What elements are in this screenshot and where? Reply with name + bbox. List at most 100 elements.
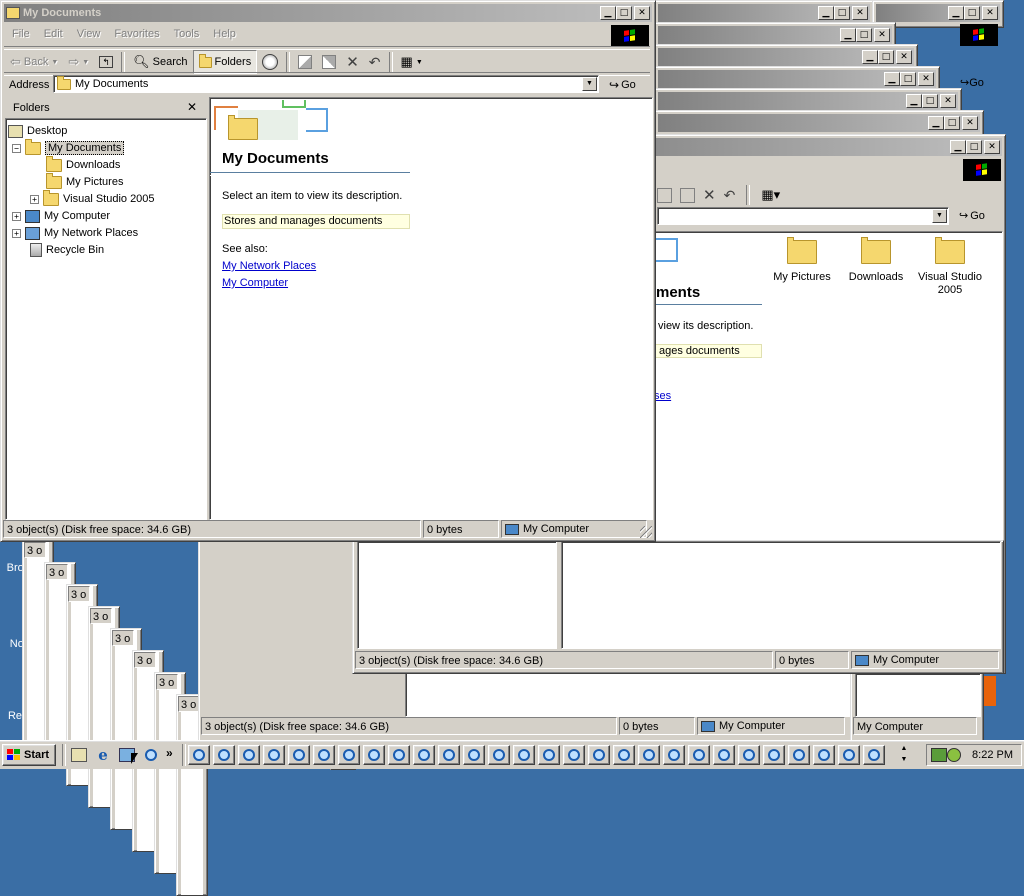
main-window-titlebar[interactable]: My Documents ▁ □ ✕ (4, 4, 652, 22)
tree-item-downloads[interactable]: Downloads (46, 155, 120, 173)
menu-file[interactable]: File (5, 28, 37, 40)
tree-item-visual-studio[interactable]: + Visual Studio 2005 (30, 189, 155, 207)
taskbar-window-button[interactable] (613, 745, 635, 765)
copy-to-icon[interactable] (680, 187, 695, 203)
start-button[interactable]: Start (2, 744, 56, 766)
minimize-button[interactable]: ▁ (928, 116, 944, 130)
tray-app-icon[interactable] (947, 748, 961, 762)
taskbar-window-button[interactable] (238, 745, 260, 765)
maximize-button[interactable]: □ (922, 94, 938, 108)
expand-icon[interactable]: + (12, 228, 21, 238)
resize-grip[interactable] (640, 526, 652, 538)
tree-item-network-places[interactable]: + My Network Places (12, 225, 138, 241)
taskbar-window-button[interactable] (388, 745, 410, 765)
tree-item-my-documents[interactable]: − My Documents (12, 138, 125, 156)
close-icon[interactable]: ✕ (187, 100, 197, 114)
minimize-button[interactable]: ▁ (950, 140, 966, 154)
taskbar-window-button[interactable] (438, 745, 460, 765)
taskbar-window-button[interactable] (413, 745, 435, 765)
search-button[interactable]: 🔍︎ Search (128, 51, 192, 73)
taskbar-window-button[interactable] (313, 745, 335, 765)
menu-favorites[interactable]: Favorites (107, 28, 166, 40)
taskbar-window-button[interactable] (863, 745, 885, 765)
maximize-button[interactable]: □ (878, 50, 894, 64)
taskbar-window-button[interactable] (538, 745, 560, 765)
maximize-button[interactable]: □ (966, 140, 982, 154)
clock[interactable]: 8:22 PM (972, 749, 1013, 761)
minimize-button[interactable]: ▁ (600, 6, 616, 20)
taskbar-window-button[interactable] (263, 745, 285, 765)
scroll-up-icon[interactable]: ▲ (896, 743, 912, 754)
minimize-button[interactable]: ▁ (948, 6, 964, 20)
taskbar-window-button[interactable] (838, 745, 860, 765)
forward-button[interactable]: ⇨ ▼ (63, 51, 94, 73)
taskbar-scroll[interactable]: ▲ ▼ (896, 743, 912, 767)
maximize-button[interactable]: □ (964, 6, 980, 20)
expand-icon[interactable]: + (12, 211, 21, 221)
taskbar-window-button[interactable] (213, 745, 235, 765)
maximize-button[interactable]: □ (900, 72, 916, 86)
folders-button[interactable]: Folders (192, 50, 258, 74)
maximize-button[interactable]: □ (944, 116, 960, 130)
taskbar-window-button[interactable] (363, 745, 385, 765)
taskbar-window-button[interactable] (788, 745, 810, 765)
minimize-button[interactable]: ▁ (840, 28, 856, 42)
taskbar-window-button[interactable] (713, 745, 735, 765)
link-my-computer[interactable]: My Computer (222, 277, 288, 289)
taskbar-window-button[interactable] (563, 745, 585, 765)
menu-help[interactable]: Help (206, 28, 243, 40)
close-button[interactable]: ✕ (940, 94, 956, 108)
close-button[interactable]: ✕ (852, 6, 868, 20)
back-button[interactable]: ⇦ Back ▼ (5, 51, 63, 73)
move-to-icon[interactable] (657, 187, 672, 203)
taskbar-window-button[interactable] (338, 745, 360, 765)
close-button[interactable]: ✕ (984, 140, 1000, 154)
close-button[interactable]: ✕ (896, 50, 912, 64)
maximize-button[interactable]: □ (856, 28, 872, 42)
copy-to-button[interactable] (317, 51, 341, 73)
background-window-middle[interactable]: 3 object(s) (Disk free space: 34.6 GB) 0… (352, 540, 1004, 674)
background-go-button[interactable]: ↪Go (960, 76, 984, 89)
taskbar-window-button[interactable] (288, 745, 310, 765)
minimize-button[interactable]: ▁ (862, 50, 878, 64)
menu-edit[interactable]: Edit (37, 28, 70, 40)
tree-item-recycle-bin[interactable]: Recycle Bin (30, 242, 104, 258)
taskbar-window-button[interactable] (463, 745, 485, 765)
link-my-network-places[interactable]: My Network Places (222, 260, 316, 272)
taskbar-window-button[interactable] (588, 745, 610, 765)
maximize-button[interactable]: □ (616, 6, 632, 20)
delete-icon[interactable]: ✕ (703, 186, 716, 204)
second-go-button[interactable]: ↪ Go (959, 209, 985, 223)
quicklaunch-show-desktop[interactable] (68, 745, 90, 765)
background-window-far-right[interactable]: My Computer (850, 668, 984, 742)
move-to-button[interactable] (293, 51, 317, 73)
tree-item-my-computer[interactable]: + My Computer (12, 208, 110, 224)
taskbar-window-button[interactable] (513, 745, 535, 765)
minimize-button[interactable]: ▁ (818, 6, 834, 20)
close-button[interactable]: ✕ (874, 28, 890, 42)
quicklaunch-search[interactable] (140, 745, 162, 765)
quicklaunch-ie[interactable]: e (92, 745, 114, 765)
tree-item-my-pictures[interactable]: My Pictures (46, 172, 123, 190)
undo-button[interactable]: ↶ (364, 51, 386, 73)
taskbar-window-button[interactable] (688, 745, 710, 765)
close-button[interactable]: ✕ (982, 6, 998, 20)
close-button[interactable]: ✕ (962, 116, 978, 130)
up-button[interactable]: ↰ (94, 51, 118, 73)
taskbar-window-button[interactable] (763, 745, 785, 765)
close-button[interactable]: ✕ (634, 6, 650, 20)
network-tray-icon[interactable] (931, 748, 947, 762)
tree-item-desktop[interactable]: Desktop (8, 123, 67, 139)
address-dropdown[interactable]: ▼ (932, 209, 947, 223)
minimize-button[interactable]: ▁ (884, 72, 900, 86)
delete-button[interactable]: ✕ (341, 51, 364, 73)
undo-icon[interactable]: ↶ (724, 187, 736, 204)
views-icon[interactable]: ▦▾ (761, 187, 780, 203)
go-button[interactable]: ↪ Go (609, 78, 636, 92)
views-button[interactable]: ▦ ▼ (396, 51, 428, 73)
minimize-button[interactable]: ▁ (906, 94, 922, 108)
second-address-field[interactable]: ▼ (657, 207, 949, 225)
quicklaunch-chevron[interactable]: » (166, 746, 173, 760)
history-button[interactable] (257, 51, 283, 73)
close-button[interactable]: ✕ (918, 72, 934, 86)
